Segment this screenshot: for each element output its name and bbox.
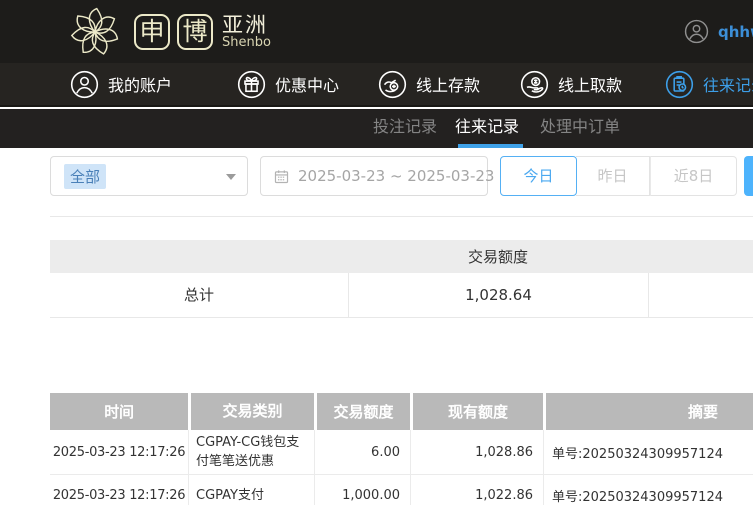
summary-total-row: 总计 1,028.64 [50, 272, 753, 318]
calendar-icon [274, 169, 289, 183]
cell-summary: 单号:20250324309957124 [543, 475, 753, 505]
brand-region: 亚洲 [222, 12, 268, 37]
nav-item-withdraw[interactable]: 线上取款 [520, 63, 622, 105]
flower-logo-icon [69, 7, 120, 57]
cell-amount: 1,000.00 [314, 475, 410, 505]
nav-label: 往来记录 [703, 76, 753, 95]
user-account[interactable]: qhhw [684, 0, 753, 63]
column-header-category: 交易类别 [188, 393, 314, 430]
withdraw-icon [520, 70, 549, 98]
column-header-summary: 摘要 [543, 393, 753, 430]
summary-table-header: 交易额度 [50, 240, 753, 273]
search-button[interactable] [744, 156, 753, 196]
tab-pending-orders[interactable]: 处理中订单 [540, 109, 620, 148]
main-nav: 我的账户 优惠中心 线上存款 线上取款 往来记 [0, 63, 753, 107]
cell-summary: 单号:20250324309957124 [543, 430, 753, 474]
nav-item-my-account[interactable]: 我的账户 [70, 63, 172, 105]
tab-transaction-records[interactable]: 往来记录 [455, 109, 524, 148]
brand-char-shen: 申 [134, 13, 170, 50]
summary-total-label: 总计 [183, 285, 214, 304]
nav-label: 线上取款 [558, 76, 623, 95]
records-table-header: 时间 交易类别 交易额度 现有额度 摘要 [50, 393, 753, 430]
quick-range-8days-button[interactable]: 近8日 [650, 156, 737, 196]
section-divider [50, 216, 753, 217]
date-range-input[interactable]: 2025-03-23 ~ 2025-03-23 [260, 156, 494, 196]
sub-nav: 投注记录 往来记录 处理中订单 [0, 109, 753, 148]
cell-amount: 6.00 [314, 430, 410, 474]
summary-table: 交易额度 总计 1,028.64 [50, 240, 753, 318]
brand-char-bo: 博 [177, 13, 213, 50]
nav-item-promotions[interactable]: 优惠中心 [237, 63, 339, 105]
table-row: 2025-03-23 12:17:26 CGPAY支付 1,000.00 1,0… [50, 475, 753, 505]
nav-item-deposit[interactable]: 线上存款 [378, 63, 480, 105]
user-circle-icon [70, 70, 99, 98]
cell-time: 2025-03-23 12:17:26 [52, 444, 186, 460]
nav-item-transactions[interactable]: 往来记录 [665, 63, 753, 105]
nav-label: 优惠中心 [275, 76, 340, 95]
summary-header-amount: 交易额度 [467, 248, 528, 266]
page: 申 博 亚洲 Shenbo qhhw [0, 0, 753, 505]
type-select-value: 全部 [64, 163, 107, 189]
cell-category: CGPAY-CG钱包支付笔笔送优惠 [188, 430, 314, 474]
chevron-down-icon [226, 174, 236, 180]
date-range-value: 2025-03-23 ~ 2025-03-23 [298, 167, 495, 185]
records-icon [665, 70, 694, 98]
nav-label: 我的账户 [108, 76, 173, 95]
table-row: 2025-03-23 12:17:26 CGPAY-CG钱包支付笔笔送优惠 6.… [50, 430, 753, 475]
quick-range-today-button[interactable]: 今日 [500, 156, 577, 196]
cell-time: 2025-03-23 12:17:26 [52, 488, 186, 503]
brand-region-block: 亚洲 Shenbo [222, 14, 271, 50]
summary-total-value: 1,028.64 [348, 272, 648, 318]
gift-icon [237, 70, 266, 98]
cell-balance: 1,022.86 [410, 475, 543, 505]
summary-empty-cell [648, 272, 753, 318]
column-header-amount: 交易额度 [314, 393, 410, 430]
cell-category: CGPAY支付 [188, 475, 314, 505]
user-circle-icon [684, 19, 709, 44]
username[interactable]: qhhw [718, 23, 753, 41]
column-header-balance: 现有额度 [410, 393, 543, 430]
top-header: 申 博 亚洲 Shenbo qhhw [0, 0, 753, 63]
records-table: 时间 交易类别 交易额度 现有额度 摘要 2025-03-23 12:17:26… [50, 393, 753, 505]
filter-bar: 全部 2025-03-23 ~ 2025-03-23 今日 昨日 近8日 [0, 148, 753, 216]
quick-range-yesterday-button[interactable]: 昨日 [576, 156, 650, 196]
brand-logo[interactable]: 申 博 亚洲 Shenbo [62, 0, 271, 63]
deposit-icon [378, 70, 407, 98]
brand-subtitle: Shenbo [222, 34, 271, 50]
cell-balance: 1,028.86 [410, 430, 543, 474]
nav-label: 线上存款 [416, 76, 481, 95]
tab-bet-records[interactable]: 投注记录 [373, 109, 437, 148]
type-select[interactable]: 全部 [50, 156, 248, 196]
column-header-time: 时间 [104, 403, 134, 421]
